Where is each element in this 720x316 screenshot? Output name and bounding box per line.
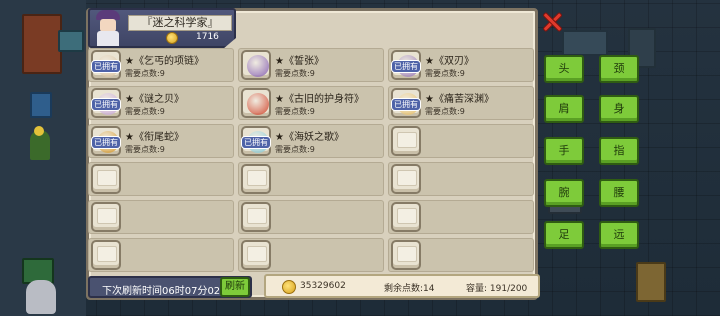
- item-icon: [241, 88, 271, 118]
- slot-button[interactable]: 肩: [544, 95, 584, 123]
- item-cost: 需要点数:9: [275, 69, 315, 78]
- merchant-header: 『迷之科学家』: [88, 8, 236, 48]
- empty-slot-icon: [241, 202, 271, 232]
- background-flower: [34, 126, 44, 136]
- shop-item[interactable]: 已拥有 ★《海妖之歌》 需要点数:9: [238, 124, 384, 158]
- shop-item[interactable]: 已拥有 ★《谜之贝》 需要点数:9: [88, 86, 234, 120]
- item-name: ★《痛苦深渊》: [425, 94, 494, 105]
- background-chair: [30, 92, 52, 118]
- item-name: ★《衔尾蛇》: [125, 132, 184, 143]
- empty-item-slot[interactable]: [388, 124, 534, 158]
- slot-button[interactable]: 头: [544, 55, 584, 83]
- empty-item-slot[interactable]: [88, 162, 234, 196]
- empty-item-slot[interactable]: [238, 162, 384, 196]
- refresh-timer: 下次刷新时间06时07分02: [102, 286, 221, 297]
- item-icon: 已拥有: [241, 126, 271, 156]
- item-cost: 需要点数:9: [275, 145, 315, 154]
- merchant-title: 『迷之科学家』: [128, 15, 232, 31]
- merchant-avatar: [94, 8, 122, 48]
- empty-slot-icon: [391, 126, 421, 156]
- shop-item[interactable]: 已拥有 ★《双刃》需要点数:9: [388, 48, 534, 82]
- item-cost: 需要点数:9: [425, 107, 465, 116]
- close-button[interactable]: [541, 11, 563, 33]
- empty-slot-icon: [391, 164, 421, 194]
- background-box: [636, 262, 666, 302]
- empty-slot-icon: [91, 240, 121, 270]
- empty-item-slot[interactable]: [388, 200, 534, 234]
- item-icon: 已拥有: [391, 50, 421, 80]
- item-name: ★《乞丐的项链》: [125, 56, 204, 67]
- empty-slot-icon: [241, 164, 271, 194]
- background-machine: [562, 30, 608, 56]
- total-coins: 35329602: [300, 281, 346, 291]
- slot-button[interactable]: 手: [544, 137, 584, 165]
- merchant-coins: 1716: [196, 32, 219, 42]
- slot-button[interactable]: 指: [599, 137, 639, 165]
- owned-badge: 已拥有: [91, 60, 121, 73]
- background-computer: [58, 30, 84, 52]
- empty-item-slot[interactable]: [388, 162, 534, 196]
- background-cabinet: [22, 14, 62, 74]
- empty-slot-icon: [391, 202, 421, 232]
- item-cost: 需要点数:9: [125, 107, 165, 116]
- empty-slot-icon: [391, 240, 421, 270]
- stats-bar: 35329602 剩余点数:14 容量: 191/200: [264, 274, 540, 298]
- owned-badge: 已拥有: [391, 60, 421, 73]
- empty-item-slot[interactable]: [88, 238, 234, 272]
- empty-slot-icon: [91, 164, 121, 194]
- shop-item[interactable]: 已拥有 ★《衔尾蛇》 需要点数:9: [88, 124, 234, 158]
- slot-button[interactable]: 颈: [599, 55, 639, 83]
- empty-item-slot[interactable]: [388, 238, 534, 272]
- item-icon: 已拥有: [91, 126, 121, 156]
- relic-icon: [247, 55, 269, 77]
- slot-button[interactable]: 足: [544, 221, 584, 249]
- item-icon: [241, 50, 271, 80]
- shop-item[interactable]: 已拥有 ★《痛苦深渊》 需要点数:9: [388, 86, 534, 120]
- slot-button[interactable]: 远: [599, 221, 639, 249]
- coin-icon: [166, 32, 178, 44]
- item-name: ★《誓张》: [275, 56, 324, 67]
- item-icon: 已拥有: [391, 88, 421, 118]
- item-cost: 需要点数:9: [425, 69, 465, 78]
- item-cost: 需要点数:9: [125, 145, 165, 154]
- owned-badge: 已拥有: [91, 136, 121, 149]
- item-icon: 已拥有: [91, 50, 121, 80]
- slot-button[interactable]: 腰: [599, 179, 639, 207]
- empty-item-slot[interactable]: [238, 238, 384, 272]
- inventory-capacity: 容量: 191/200: [466, 284, 528, 294]
- shop-item[interactable]: ★《古旧的护身符》 需要点数:9: [238, 86, 384, 120]
- owned-badge: 已拥有: [391, 98, 421, 111]
- item-grid: 已拥有 ★《乞丐的项链》 需要点数:9 ★《誓张》 需要点数:9 已拥有 ★《双刃》 需要点数…: [88, 48, 536, 274]
- item-name: ★《谜之贝》: [125, 94, 184, 105]
- owned-badge: 已拥有: [91, 98, 121, 111]
- item-name: ★《双刃》: [425, 56, 474, 67]
- empty-slot-icon: [91, 202, 121, 232]
- item-name: ★《海妖之歌》: [275, 132, 344, 143]
- empty-slot-icon: [241, 240, 271, 270]
- relic-icon: [247, 93, 269, 115]
- empty-item-slot[interactable]: [88, 200, 234, 234]
- owned-badge: 已拥有: [241, 136, 271, 149]
- gold-coin-icon: [282, 280, 296, 294]
- shop-item[interactable]: ★《誓张》需要点数:9: [238, 48, 384, 82]
- item-name: ★《古旧的护身符》: [275, 94, 364, 105]
- item-cost: 需要点数:9: [125, 69, 165, 78]
- slot-button[interactable]: 腕: [544, 179, 584, 207]
- remaining-points: 剩余点数:14: [384, 284, 435, 294]
- background-character: [26, 280, 56, 314]
- item-icon: 已拥有: [91, 88, 121, 118]
- shop-item[interactable]: 已拥有 ★《乞丐的项链》 需要点数:9: [88, 48, 234, 82]
- slot-button[interactable]: 身: [599, 95, 639, 123]
- refresh-button[interactable]: 刷新: [220, 277, 250, 297]
- empty-item-slot[interactable]: [238, 200, 384, 234]
- item-cost: 需要点数:9: [275, 107, 315, 116]
